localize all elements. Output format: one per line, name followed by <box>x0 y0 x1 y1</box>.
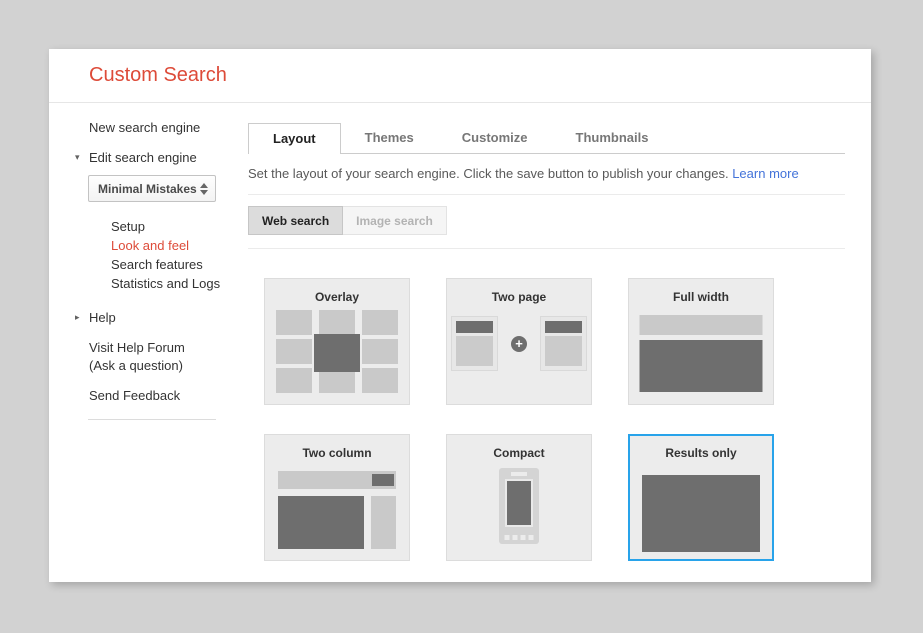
page-title: Custom Search <box>89 64 227 87</box>
sidebar-item-label: Edit search engine <box>89 150 197 165</box>
sidebar-item-look-and-feel[interactable]: Look and feel <box>111 236 248 255</box>
tab-customize[interactable]: Customize <box>438 123 552 153</box>
sidebar-item-send-feedback[interactable]: Send Feedback <box>49 388 248 404</box>
layout-card-compact[interactable]: Compact <box>446 434 592 561</box>
layout-card-full-width[interactable]: Full width <box>628 278 774 405</box>
two-page-mockup: + <box>447 316 591 371</box>
sidebar-item-search-features[interactable]: Search features <box>111 255 248 274</box>
custom-search-window: Custom Search New search engine ▾ Edit s… <box>49 49 871 582</box>
sidebar-item-statistics-and-logs[interactable]: Statistics and Logs <box>111 274 248 293</box>
layout-card-overlay[interactable]: Overlay <box>264 278 410 405</box>
layout-card-title: Full width <box>629 290 773 304</box>
triangle-down-icon: ▾ <box>75 152 89 163</box>
layout-card-title: Two column <box>265 446 409 460</box>
sidebar-item-label: Help <box>89 310 116 325</box>
updown-spinner-icon <box>200 183 208 195</box>
sidebar-item-edit-search-engine[interactable]: ▾ Edit search engine <box>49 150 248 165</box>
engine-menu: Setup Look and feel Search features Stat… <box>111 217 248 293</box>
engine-selector-value: Minimal Mistakes <box>98 182 197 196</box>
layout-options-grid: Overlay Two page + <box>264 278 845 561</box>
results-only-mockup <box>642 475 760 552</box>
plus-icon: + <box>511 336 527 352</box>
layout-card-title: Compact <box>447 446 591 460</box>
app-header: Custom Search <box>49 49 871 103</box>
sidebar-item-new-search-engine[interactable]: New search engine <box>49 120 248 136</box>
mockup-page <box>451 316 498 371</box>
tab-thumbnails[interactable]: Thumbnails <box>552 123 673 153</box>
triangle-right-icon: ▸ <box>75 312 89 323</box>
mockup-page <box>540 316 587 371</box>
help-forum-line2: (Ask a question) <box>89 357 248 375</box>
sidebar-divider <box>88 419 216 420</box>
layout-card-results-only[interactable]: Results only <box>628 434 774 561</box>
help-forum-line1: Visit Help Forum <box>89 339 248 357</box>
compact-mockup-phone <box>499 468 539 544</box>
engine-selector-dropdown[interactable]: Minimal Mistakes <box>88 175 216 202</box>
main-content: Layout Themes Customize Thumbnails Set t… <box>248 103 871 582</box>
layout-card-two-page[interactable]: Two page + <box>446 278 592 405</box>
learn-more-link[interactable]: Learn more <box>732 166 798 181</box>
sidebar-item-visit-help-forum[interactable]: Visit Help Forum (Ask a question) <box>49 339 248 375</box>
overlay-mockup-popup <box>314 334 360 372</box>
sidebar-item-setup[interactable]: Setup <box>111 217 248 236</box>
image-search-button[interactable]: Image search <box>342 206 447 235</box>
tab-description: Set the layout of your search engine. Cl… <box>248 166 845 181</box>
tab-themes[interactable]: Themes <box>341 123 438 153</box>
layout-card-title: Two page <box>447 290 591 304</box>
description-text: Set the layout of your search engine. Cl… <box>248 166 729 181</box>
layout-card-title: Overlay <box>265 290 409 304</box>
web-search-button[interactable]: Web search <box>248 206 343 235</box>
search-type-toggle: Web search Image search <box>248 206 845 235</box>
sidebar: New search engine ▾ Edit search engine M… <box>49 103 248 582</box>
section-divider-top <box>248 194 845 195</box>
layout-card-title: Results only <box>630 446 772 460</box>
two-column-mockup <box>278 471 396 549</box>
sidebar-item-help[interactable]: ▸ Help <box>49 310 248 325</box>
layout-card-two-column[interactable]: Two column <box>264 434 410 561</box>
section-divider-bottom <box>248 248 845 249</box>
tab-bar: Layout Themes Customize Thumbnails <box>248 123 845 154</box>
tab-layout[interactable]: Layout <box>248 123 341 154</box>
full-width-mockup <box>640 315 763 392</box>
